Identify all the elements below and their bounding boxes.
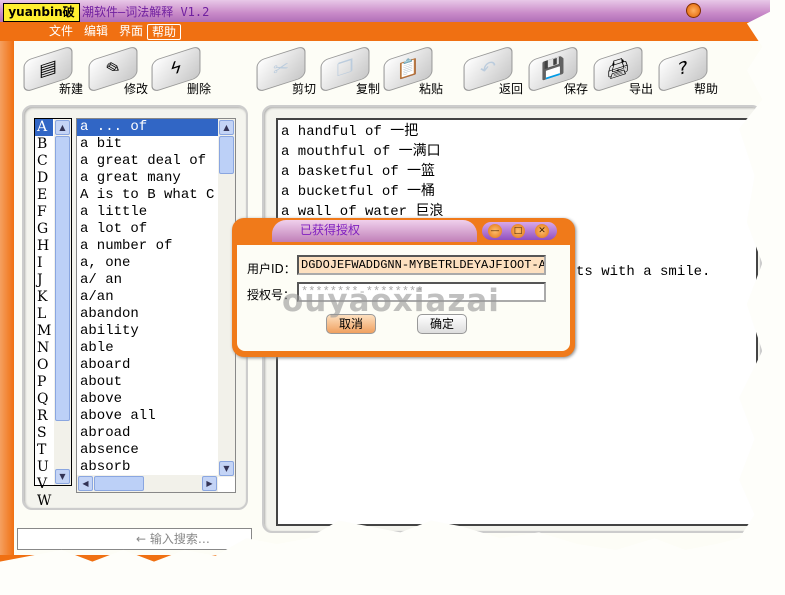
watermark: ouyaoxiazai — [282, 283, 500, 319]
status-bar — [0, 555, 770, 562]
word-item[interactable]: abandon — [77, 306, 218, 323]
title-bar: yuanbin破解 潮软件—词法解释 V1.2 — [0, 0, 770, 36]
definition-line: a mouthful of 一满口 — [281, 144, 441, 160]
word-item[interactable]: a great many — [77, 170, 218, 187]
scroll-thumb[interactable] — [55, 136, 70, 421]
word-item[interactable]: a/ an — [77, 272, 218, 289]
letter-item[interactable]: J — [35, 272, 53, 289]
letter-item[interactable]: T — [35, 442, 53, 459]
menu-edit[interactable]: 编辑 — [80, 24, 112, 38]
word-item[interactable]: A is to B what C : — [77, 187, 218, 204]
toolbar-label: 返回 — [499, 82, 524, 96]
letter-item[interactable]: I — [35, 255, 53, 272]
word-item[interactable]: a ... of — [77, 119, 218, 136]
word-item[interactable]: a bit — [77, 136, 218, 153]
letter-item[interactable]: M — [35, 323, 53, 340]
toolbar-label: 粘贴 — [419, 82, 444, 96]
letter-item[interactable]: F — [35, 204, 53, 221]
letter-item[interactable]: A — [35, 119, 53, 136]
toolbar-label: 新建 — [59, 82, 84, 96]
letter-item[interactable]: R — [35, 408, 53, 425]
scroll-down-icon[interactable]: ▼ — [55, 469, 70, 484]
word-list[interactable]: a ... of a bit a great deal of a great many… — [76, 118, 236, 493]
menu-view[interactable]: 界面 — [115, 24, 147, 38]
scroll-thumb[interactable] — [94, 476, 144, 491]
user-id-label: 用户ID： — [247, 262, 296, 276]
dialog-title: 已获得授权 — [272, 220, 477, 242]
letter-item[interactable]: H — [35, 238, 53, 255]
letter-item[interactable]: S — [35, 425, 53, 442]
word-list-hscrollbar[interactable]: ◀ ▶ — [77, 475, 218, 492]
word-item[interactable]: aboard — [77, 357, 218, 374]
word-item[interactable]: ability — [77, 323, 218, 340]
letter-item[interactable]: G — [35, 221, 53, 238]
close-icon[interactable]: ✕ — [535, 224, 549, 238]
word-item[interactable]: a great deal of — [77, 153, 218, 170]
word-item[interactable]: absorb — [77, 459, 218, 476]
letter-index-list[interactable]: ABCDEFGHIJKLMNOPQRSTUVW ▲ ▼ — [34, 118, 72, 509]
word-item[interactable]: a lot of — [77, 221, 218, 238]
word-item[interactable]: a/an — [77, 289, 218, 306]
menu-file[interactable]: 文件 — [45, 24, 77, 38]
letter-item[interactable]: V — [35, 476, 53, 493]
toolbar-label: 导出 — [629, 82, 654, 96]
scroll-up-icon[interactable]: ▲ — [219, 120, 234, 135]
crack-badge: yuanbin破解 — [3, 3, 80, 36]
scroll-left-icon[interactable]: ◀ — [78, 476, 93, 491]
scroll-down-icon[interactable]: ▼ — [219, 461, 234, 476]
letter-item[interactable]: D — [35, 170, 53, 187]
letter-item[interactable]: O — [35, 357, 53, 374]
user-id-field[interactable]: DGDOJEFWADDGNN-MYBETRLDEYAJFIOOT-AA — [297, 255, 546, 275]
frame-left-edge — [0, 41, 14, 562]
toolbar-label: 剪切 — [292, 82, 317, 96]
minimize-icon[interactable]: — — [488, 224, 502, 238]
word-item[interactable]: above all — [77, 408, 218, 425]
toolbar-button-9[interactable]: ? 帮助 — [658, 45, 750, 98]
toolbar-button-5[interactable]: 📋 粘贴 — [383, 45, 475, 98]
letter-item[interactable]: W — [35, 493, 53, 510]
scroll-right-icon[interactable]: ▶ — [202, 476, 217, 491]
word-item[interactable]: above — [77, 391, 218, 408]
maximize-icon[interactable]: □ — [511, 224, 525, 238]
word-item[interactable]: absence — [77, 442, 218, 459]
toolbar-label: 修改 — [124, 82, 149, 96]
dialog-window-controls: — □ ✕ — [482, 222, 557, 240]
letter-item[interactable]: L — [35, 306, 53, 323]
toolbar-label: 帮助 — [694, 82, 719, 96]
definition-line: a bucketful of 一桶 — [281, 184, 436, 200]
letter-item[interactable]: C — [35, 153, 53, 170]
menu-bar: 文件 编辑 界面 帮助 — [0, 22, 770, 41]
toolbar-button-2[interactable]: ϟ 删除 — [151, 45, 243, 98]
window-title: 潮软件—词法解释 V1.2 — [82, 5, 210, 19]
word-item[interactable]: about — [77, 374, 218, 391]
letter-item[interactable]: N — [35, 340, 53, 357]
letter-item[interactable]: U — [35, 459, 53, 476]
toolbar-label: 复制 — [356, 82, 381, 96]
scroll-up-icon[interactable]: ▲ — [55, 120, 70, 135]
letter-scrollbar[interactable]: ▲ ▼ — [54, 119, 71, 485]
definition-line: a basketful of 一篮 — [281, 164, 436, 180]
letter-item[interactable]: B — [35, 136, 53, 153]
letter-item[interactable]: E — [35, 187, 53, 204]
letter-item[interactable]: Q — [35, 391, 53, 408]
minimize-button[interactable] — [686, 3, 701, 18]
letter-item[interactable]: P — [35, 374, 53, 391]
word-item[interactable]: a little — [77, 204, 218, 221]
toolbar-label: 删除 — [187, 82, 212, 96]
word-item[interactable]: abroad — [77, 425, 218, 442]
definition-line: a handful of 一把 — [281, 124, 419, 140]
toolbar-label: 保存 — [564, 82, 589, 96]
word-item[interactable]: a, one — [77, 255, 218, 272]
letter-item[interactable]: K — [35, 289, 53, 306]
menu-help[interactable]: 帮助 — [147, 24, 182, 40]
scroll-thumb[interactable] — [219, 136, 234, 174]
word-item[interactable]: a number of — [77, 238, 218, 255]
search-input[interactable]: ← 输入搜索… — [17, 528, 252, 550]
word-item[interactable]: able — [77, 340, 218, 357]
status-text: 前记 — [60, 564, 85, 578]
